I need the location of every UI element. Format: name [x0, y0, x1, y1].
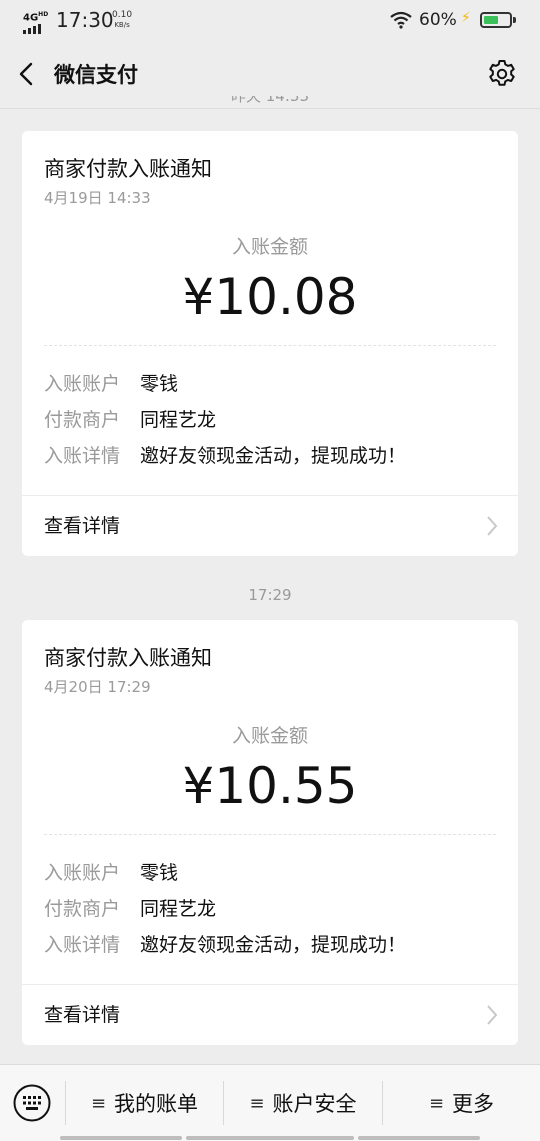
row-key: 入账账户: [44, 862, 121, 884]
card-title: 商家付款入账通知: [44, 157, 212, 181]
speed-value: 0.10: [112, 10, 133, 20]
amount-value: ¥10.08: [182, 268, 358, 326]
menu-label: 更多: [452, 1092, 495, 1116]
view-details-link[interactable]: 查看详情: [22, 985, 518, 1045]
chevron-right-icon: [487, 516, 498, 536]
status-bar: 4GHD 17:30 0.10 KB/s 60% ⚡: [0, 0, 540, 42]
menu-account-security[interactable]: ≡ 账户安全: [224, 1065, 382, 1141]
timestamp-text: 昨天 14:33: [231, 96, 309, 105]
dashed-divider: [44, 345, 496, 346]
row-key: 入账详情: [44, 934, 121, 956]
clock: 17:30: [56, 8, 114, 32]
info-row-details: 入账详情 邀好友领现金活动，提现成功！: [44, 442, 406, 470]
row-value: 零钱: [140, 373, 179, 395]
menu-list-icon: ≡: [428, 1092, 445, 1114]
dashed-divider: [44, 834, 496, 835]
info-row-merchant: 付款商户 同程艺龙: [44, 406, 216, 434]
network-hd: HD: [38, 11, 49, 18]
menu-list-icon: ≡: [90, 1092, 107, 1114]
speed-unit: KB/s: [114, 21, 130, 29]
view-details-label: 查看详情: [44, 1004, 121, 1026]
timestamp: 17:29: [248, 586, 292, 604]
bottom-menu-bar: ≡ 我的账单 ≡ 账户安全 ≡ 更多: [0, 1064, 540, 1141]
nav-indicator: [358, 1136, 480, 1140]
menu-my-bills[interactable]: ≡ 我的账单: [66, 1065, 223, 1141]
card-date: 4月19日 14:33: [44, 189, 151, 207]
menu-more[interactable]: ≡ 更多: [383, 1065, 540, 1141]
charging-icon: ⚡: [461, 10, 471, 26]
wifi-icon: [390, 11, 412, 29]
battery-tip: [513, 17, 516, 23]
keyboard-icon[interactable]: [12, 1083, 52, 1123]
signal-icon: [23, 24, 41, 35]
notification-card: 商家付款入账通知 4月19日 14:33 入账金额 ¥10.08 入账账户 零钱 …: [22, 131, 518, 556]
view-details-label: 查看详情: [44, 515, 121, 537]
gear-icon[interactable]: [486, 58, 518, 90]
network-indicator: 4GHD: [23, 10, 49, 35]
amount-label: 入账金额: [231, 236, 308, 258]
chevron-right-icon: [487, 1005, 498, 1025]
notification-card: 商家付款入账通知 4月20日 17:29 入账金额 ¥10.55 入账账户 零钱 …: [22, 620, 518, 1045]
page-title: 微信支付: [54, 63, 138, 87]
menu-label: 我的账单: [114, 1092, 199, 1116]
info-row-details: 入账详情 邀好友领现金活动，提现成功！: [44, 931, 406, 959]
view-details-link[interactable]: 查看详情: [22, 496, 518, 556]
network-type: 4G: [23, 12, 39, 24]
info-row-merchant: 付款商户 同程艺龙: [44, 895, 216, 923]
network-speed: 0.10 KB/s: [112, 10, 132, 30]
menu-label: 账户安全: [272, 1092, 357, 1116]
nav-indicator: [186, 1136, 354, 1140]
row-value: 零钱: [140, 862, 179, 884]
card-title: 商家付款入账通知: [44, 646, 212, 670]
back-chevron-icon[interactable]: [12, 58, 42, 90]
row-value: 邀好友领现金活动，提现成功！: [140, 445, 407, 467]
row-key: 付款商户: [44, 409, 121, 431]
card-date: 4月20日 17:29: [44, 678, 151, 696]
row-key: 入账账户: [44, 373, 121, 395]
battery-icon: [480, 12, 512, 28]
row-value: 同程艺龙: [140, 409, 217, 431]
row-value: 同程艺龙: [140, 898, 217, 920]
battery-fill: [484, 16, 499, 24]
row-value: 邀好友领现金活动，提现成功！: [140, 934, 407, 956]
row-key: 付款商户: [44, 898, 121, 920]
info-row-account: 入账账户 零钱: [44, 370, 178, 398]
timestamp-partial: 昨天 14:33: [0, 96, 540, 110]
menu-list-icon: ≡: [249, 1092, 265, 1114]
info-row-account: 入账账户 零钱: [44, 859, 178, 887]
amount-label: 入账金额: [231, 725, 308, 747]
nav-indicator: [60, 1136, 182, 1140]
row-key: 入账详情: [44, 445, 121, 467]
amount-value: ¥10.55: [182, 757, 358, 815]
battery-percent: 60%: [419, 10, 457, 30]
